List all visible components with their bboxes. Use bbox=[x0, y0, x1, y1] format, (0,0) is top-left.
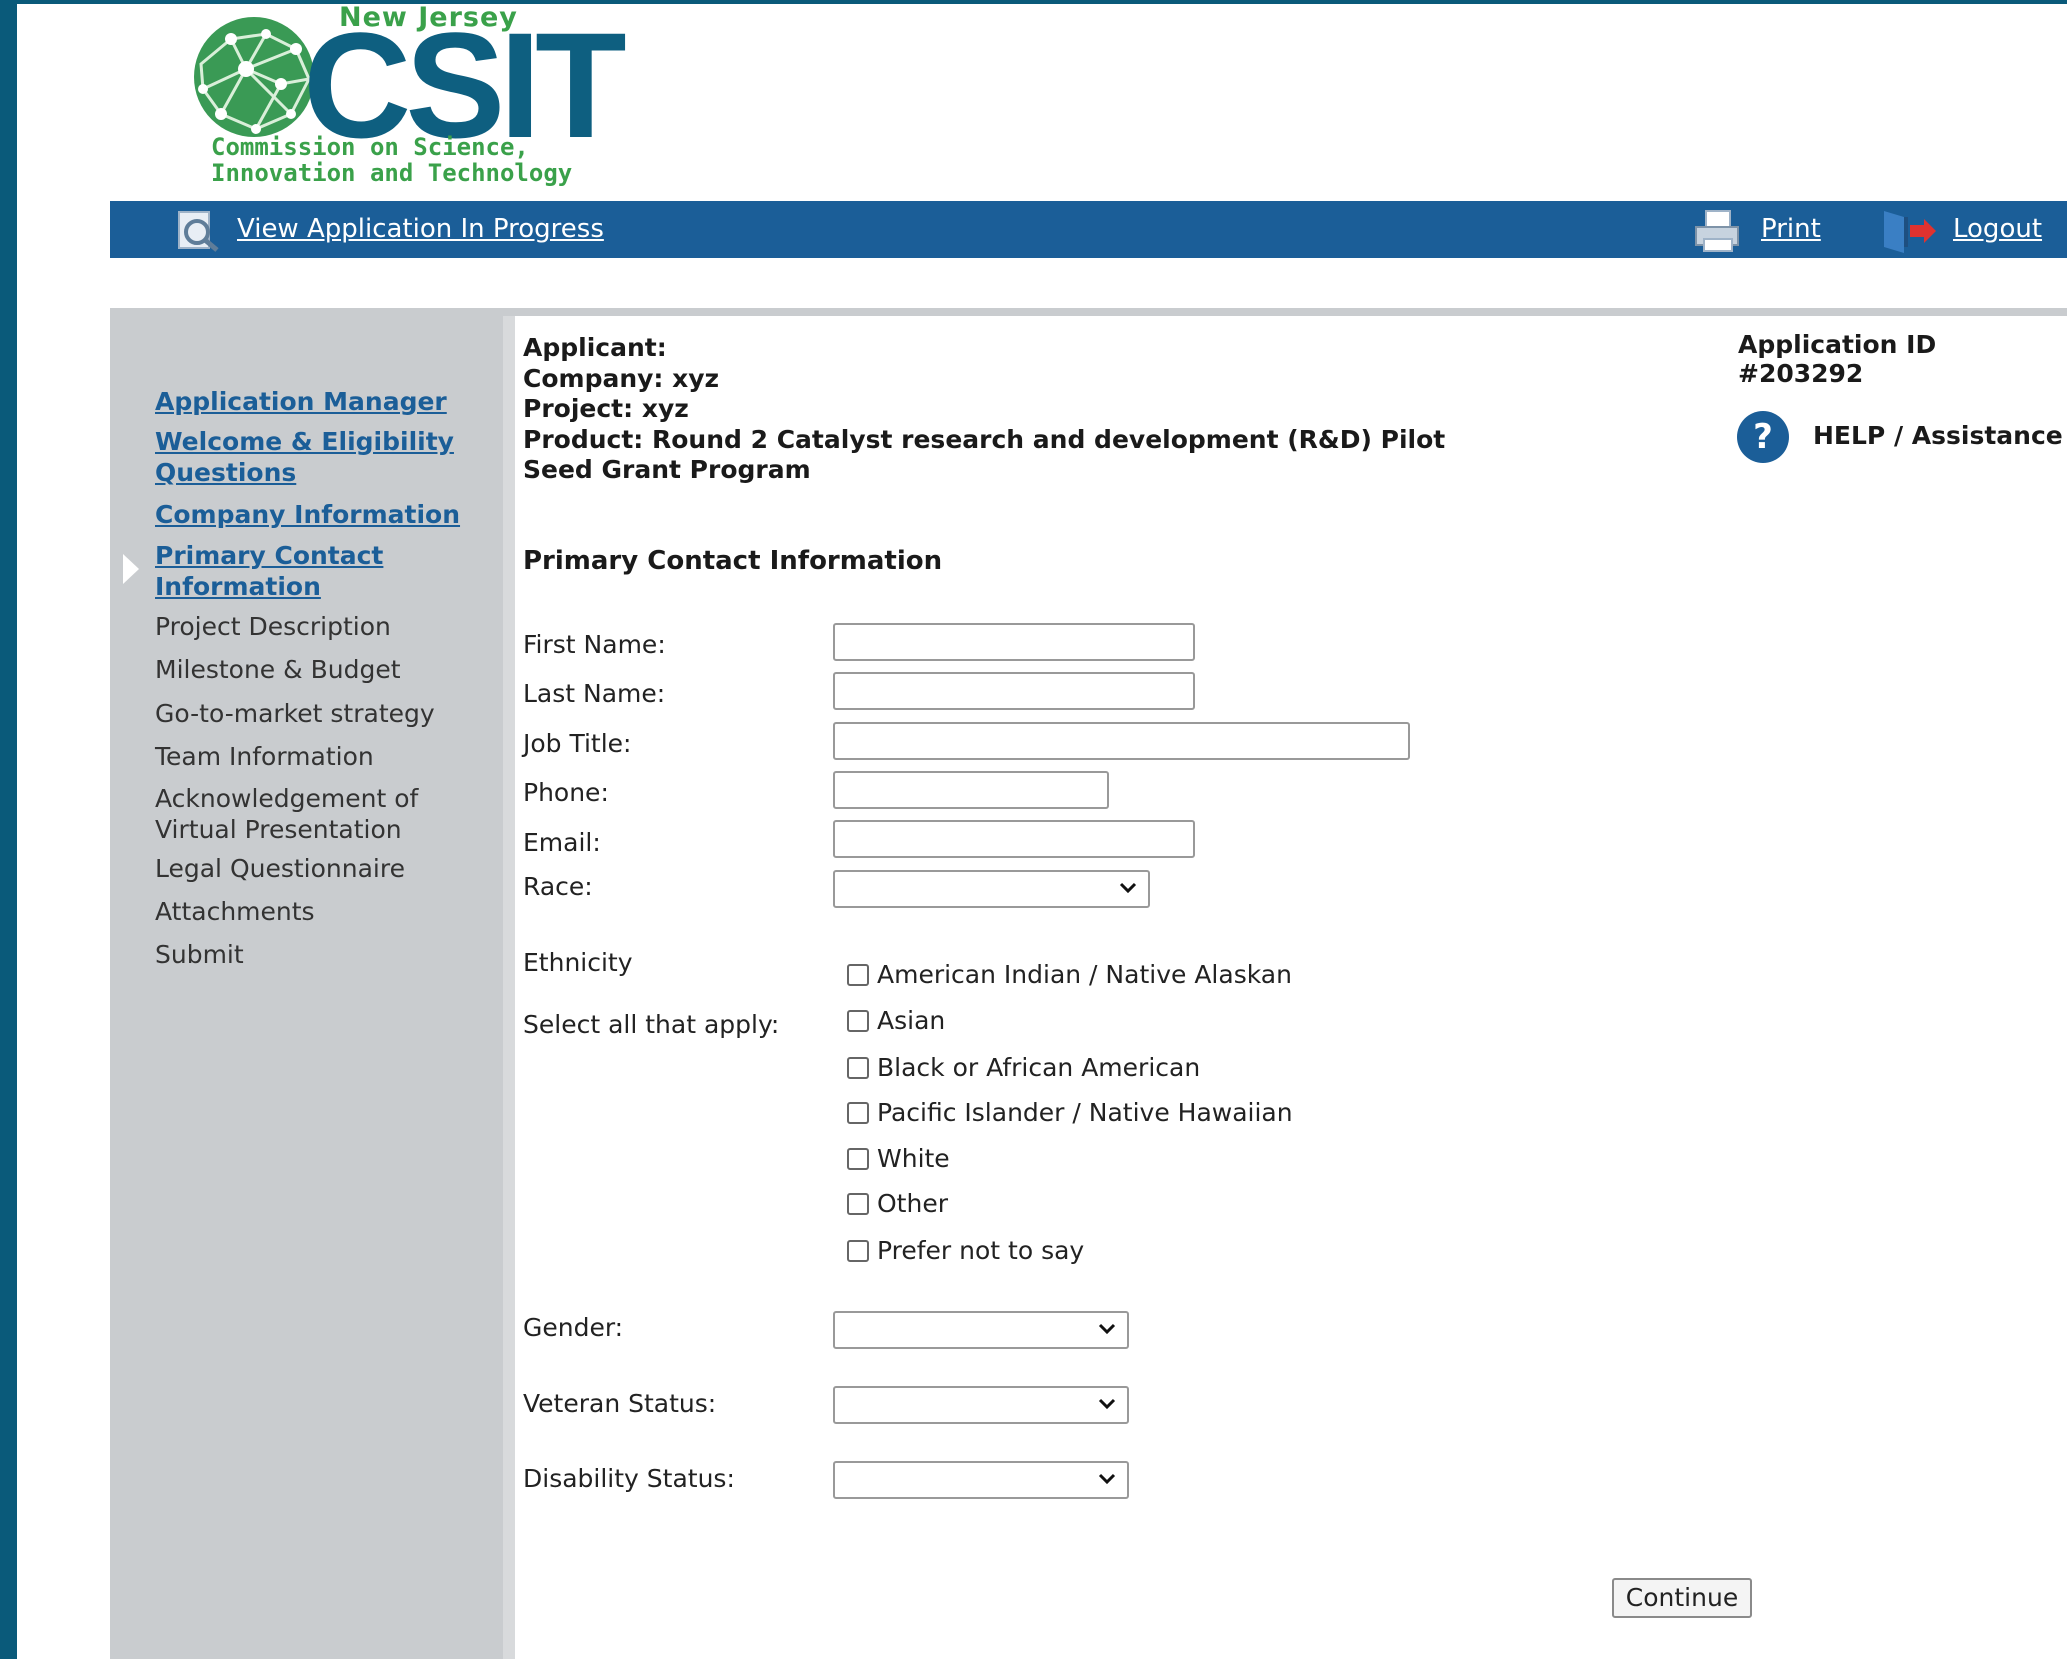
email-label: Email: bbox=[523, 828, 601, 857]
sidebar-item-submit: Submit bbox=[155, 940, 244, 969]
view-application-link[interactable]: View Application In Progress bbox=[237, 214, 604, 244]
logo-subtitle-line2: Innovation and Technology bbox=[211, 159, 573, 187]
sidebar-item-acknowledgement: Acknowledgement of Virtual Presentation bbox=[155, 784, 419, 844]
sidebar-item-welcome-eligibility[interactable]: Welcome & Eligibility Questions bbox=[155, 426, 485, 488]
application-id: Application ID #203292 bbox=[1738, 330, 1937, 388]
last-name-input[interactable] bbox=[833, 672, 1195, 710]
help-assistance-link[interactable]: HELP / Assistance bbox=[1813, 421, 2063, 450]
checkbox[interactable] bbox=[847, 1057, 869, 1079]
ethnicity-option-label: Other bbox=[877, 1189, 948, 1218]
logo-subtitle: Commission on Science, Innovation and Te… bbox=[211, 134, 572, 186]
ethnicity-hint: Select all that apply: bbox=[523, 1010, 780, 1039]
race-label: Race: bbox=[523, 872, 593, 901]
logout-link[interactable]: Logout bbox=[1953, 214, 2042, 244]
ethnicity-option[interactable]: Pacific Islander / Native Hawaiian bbox=[847, 1098, 1293, 1127]
checkbox[interactable] bbox=[847, 1010, 869, 1032]
sidebar-item-milestone-budget: Milestone & Budget bbox=[155, 655, 401, 684]
ethnicity-option[interactable]: Prefer not to say bbox=[847, 1236, 1084, 1265]
phone-input[interactable] bbox=[833, 771, 1109, 809]
content-top-border bbox=[503, 308, 2067, 316]
sidebar-item-application-manager[interactable]: Application Manager bbox=[155, 386, 485, 417]
sidebar-item-legal-questionnaire: Legal Questionnaire bbox=[155, 854, 405, 883]
company-label: Company: xyz bbox=[523, 364, 720, 393]
veteran-status-select[interactable] bbox=[833, 1386, 1129, 1424]
help-icon[interactable]: ? bbox=[1737, 411, 1789, 463]
left-border bbox=[0, 0, 17, 1659]
ethnicity-option[interactable]: American Indian / Native Alaskan bbox=[847, 960, 1292, 989]
section-title: Primary Contact Information bbox=[523, 546, 943, 576]
product-label-line1: Product: Round 2 Catalyst research and d… bbox=[523, 425, 1446, 454]
job-title-input[interactable] bbox=[833, 722, 1410, 760]
sidebar-item-project-description: Project Description bbox=[155, 612, 391, 641]
sidebar-item-company-information[interactable]: Company Information bbox=[155, 499, 485, 530]
continue-button[interactable]: Continue bbox=[1612, 1578, 1752, 1618]
ethnicity-option[interactable]: Asian bbox=[847, 1006, 945, 1035]
chevron-down-icon bbox=[1098, 1323, 1116, 1335]
product-label-line2: Seed Grant Program bbox=[523, 455, 811, 484]
phone-label: Phone: bbox=[523, 778, 609, 807]
csit-logo: New Jersey CSIT Commission on Science, I… bbox=[185, 0, 627, 195]
logout-icon[interactable] bbox=[1880, 209, 1940, 253]
disability-status-label: Disability Status: bbox=[523, 1464, 735, 1493]
veteran-status-label: Veteran Status: bbox=[523, 1389, 717, 1418]
job-title-label: Job Title: bbox=[523, 729, 632, 758]
ethnicity-option[interactable]: Other bbox=[847, 1189, 948, 1218]
checkbox[interactable] bbox=[847, 964, 869, 986]
sidebar-item-team-information: Team Information bbox=[155, 742, 374, 771]
gender-select[interactable] bbox=[833, 1311, 1129, 1349]
sidebar-item-go-to-market: Go-to-market strategy bbox=[155, 699, 435, 728]
print-link[interactable]: Print bbox=[1761, 214, 1821, 244]
checkbox[interactable] bbox=[847, 1193, 869, 1215]
chevron-down-icon bbox=[1098, 1398, 1116, 1410]
email-input[interactable] bbox=[833, 820, 1195, 858]
ethnicity-label: Ethnicity bbox=[523, 948, 633, 977]
gender-label: Gender: bbox=[523, 1313, 624, 1342]
logo-subtitle-line1: Commission on Science, bbox=[211, 133, 529, 161]
sidebar-item-attachments: Attachments bbox=[155, 897, 315, 926]
applicant-label: Applicant: bbox=[523, 333, 667, 362]
ethnicity-option-label: White bbox=[877, 1144, 950, 1173]
printer-icon[interactable] bbox=[1692, 209, 1742, 253]
checkbox[interactable] bbox=[847, 1148, 869, 1170]
chevron-down-icon bbox=[1098, 1473, 1116, 1485]
last-name-label: Last Name: bbox=[523, 679, 666, 708]
top-toolbar: View Application In Progress Print Logou… bbox=[110, 201, 2067, 258]
checkbox[interactable] bbox=[847, 1102, 869, 1124]
ethnicity-option-label: Black or African American bbox=[877, 1053, 1201, 1082]
disability-status-select[interactable] bbox=[833, 1461, 1129, 1499]
ethnicity-option-label: Asian bbox=[877, 1006, 946, 1035]
ethnicity-option[interactable]: White bbox=[847, 1144, 950, 1173]
ethnicity-option[interactable]: Black or African American bbox=[847, 1053, 1200, 1082]
ethnicity-option-label: American Indian / Native Alaskan bbox=[877, 960, 1292, 989]
project-label: Project: xyz bbox=[523, 394, 689, 423]
globe-network-icon bbox=[194, 17, 314, 137]
sidebar-item-primary-contact[interactable]: Primary Contact Information bbox=[155, 540, 435, 602]
current-item-arrow-icon bbox=[123, 554, 139, 584]
race-select[interactable] bbox=[833, 870, 1150, 908]
ethnicity-option-label: Prefer not to say bbox=[877, 1236, 1085, 1265]
checkbox[interactable] bbox=[847, 1240, 869, 1262]
first-name-input[interactable] bbox=[833, 623, 1195, 661]
ethnicity-option-label: Pacific Islander / Native Hawaiian bbox=[877, 1098, 1293, 1127]
sidebar-divider bbox=[503, 308, 515, 1659]
first-name-label: First Name: bbox=[523, 630, 666, 659]
chevron-down-icon bbox=[1119, 882, 1137, 894]
view-document-icon[interactable] bbox=[175, 210, 221, 252]
